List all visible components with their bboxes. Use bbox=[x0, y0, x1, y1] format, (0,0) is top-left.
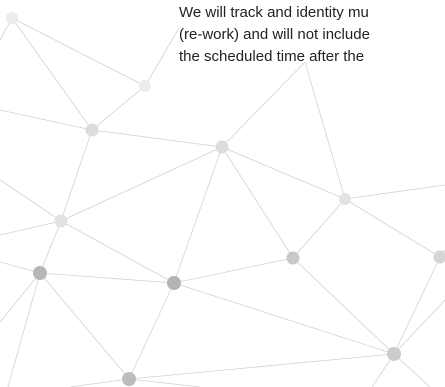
network-edge bbox=[221, 146, 346, 200]
network-edge bbox=[173, 146, 223, 284]
body-text-line: (re-work) and will not include bbox=[179, 26, 370, 43]
network-edge bbox=[144, 27, 180, 87]
network-edge bbox=[60, 146, 223, 222]
body-text-line: the scheduled time after the bbox=[179, 48, 365, 65]
document-page: We will track and identity mu (re-work) … bbox=[0, 0, 445, 387]
network-edge bbox=[91, 129, 223, 148]
network-edge bbox=[221, 146, 294, 259]
network-node bbox=[6, 12, 18, 24]
network-edge bbox=[173, 257, 294, 284]
network-edges bbox=[0, 17, 445, 387]
network-edge bbox=[128, 282, 175, 380]
network-edge bbox=[7, 272, 41, 387]
network-node bbox=[286, 251, 300, 265]
network-edge bbox=[128, 378, 201, 387]
network-node bbox=[33, 266, 47, 280]
network-edge bbox=[304, 61, 346, 200]
network-edge bbox=[173, 282, 395, 355]
network-edge bbox=[292, 257, 395, 355]
network-edge bbox=[39, 272, 130, 380]
network-edge bbox=[0, 109, 93, 131]
network-edge bbox=[393, 256, 441, 355]
network-node bbox=[85, 123, 99, 137]
body-text-line: We will track and identity mu bbox=[179, 4, 369, 21]
network-node bbox=[167, 276, 181, 290]
network-edge bbox=[39, 220, 62, 274]
network-node bbox=[339, 193, 351, 205]
network-edge bbox=[292, 198, 346, 259]
network-edge bbox=[344, 198, 441, 258]
network-edge bbox=[39, 272, 175, 284]
network-edge bbox=[11, 17, 93, 131]
network-edge bbox=[91, 85, 146, 131]
network-edge bbox=[344, 184, 445, 200]
network-edge bbox=[60, 220, 175, 284]
network-node bbox=[215, 140, 229, 154]
network-edge bbox=[11, 17, 146, 87]
network-edge bbox=[393, 353, 431, 387]
network-node bbox=[387, 347, 401, 361]
network-nodes bbox=[6, 12, 445, 386]
network-edge bbox=[69, 378, 130, 387]
network-node bbox=[139, 80, 151, 92]
network-edge bbox=[0, 220, 62, 236]
network-edge bbox=[0, 179, 62, 222]
network-edge bbox=[60, 129, 93, 222]
network-edge bbox=[128, 353, 395, 380]
network-node bbox=[433, 250, 445, 264]
network-edge bbox=[221, 61, 306, 148]
network-edge bbox=[0, 272, 41, 323]
body-text: We will track and identity mu (re-work) … bbox=[179, 2, 445, 68]
network-node bbox=[122, 372, 136, 386]
network-edge bbox=[393, 299, 445, 355]
network-node bbox=[54, 214, 68, 228]
